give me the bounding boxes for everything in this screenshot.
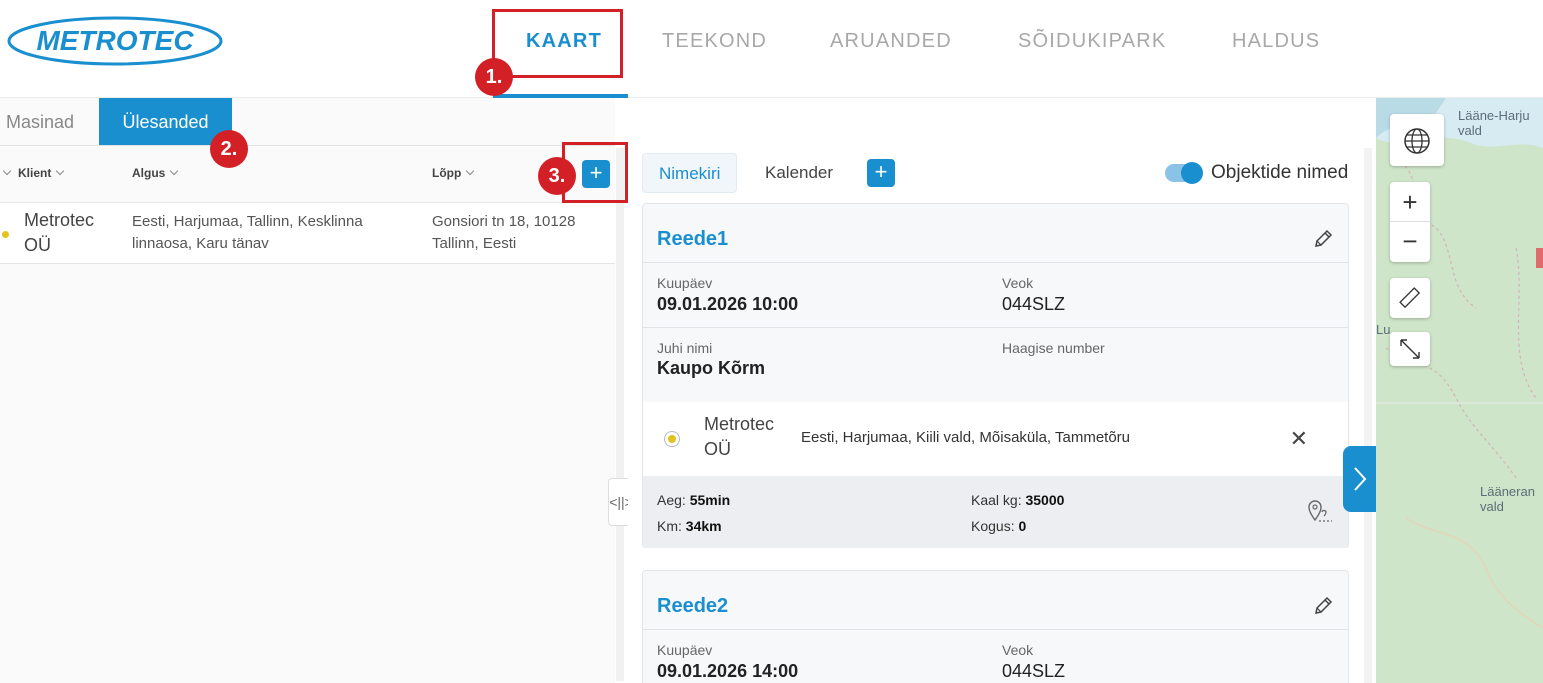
route-title: Reede2 [657, 595, 729, 617]
nav-tab-aruanded[interactable]: ARUANDED [830, 30, 952, 53]
ruler-icon [1399, 287, 1421, 309]
column-header-lopp[interactable]: Lõpp [432, 166, 475, 180]
chevron-down-icon [56, 166, 65, 176]
routes-scrollbar[interactable] [1364, 148, 1372, 683]
add-route-button[interactable]: + [867, 159, 895, 187]
vehicle-value: 044SLZ [1002, 294, 1066, 314]
measure-button[interactable] [1390, 278, 1430, 318]
driver-label: Juhi nimi [657, 340, 713, 356]
tasks-panel: Masinad Ülesanded Klient Algus Lõpp + Me… [0, 98, 615, 683]
route-stop[interactable]: Metrotec OÜ Eesti, Harjumaa, Kiili vald,… [643, 402, 1348, 476]
annotation-box-1 [492, 9, 623, 78]
logo-text: METROTEC [36, 25, 194, 56]
date-value: 09.01.2026 10:00 [657, 294, 799, 314]
expand-map-button[interactable] [1343, 446, 1377, 512]
annotation-badge-1: 1. [475, 58, 513, 96]
cell-start: Eesti, Harjumaa, Tallinn, Kesklinna linn… [132, 213, 363, 252]
divider [643, 629, 1348, 630]
map-label: Lääneran vald [1480, 484, 1535, 514]
chevron-down-icon [2, 166, 12, 176]
left-scrollbar[interactable] [616, 148, 624, 681]
route-card[interactable]: Reede1 Kuupäev 09.01.2026 10:00 Veok 044… [642, 203, 1349, 548]
route-stats: Aeg: 55min Km: 34km Kaal kg: 35000 Kogus… [643, 476, 1348, 548]
stat-km: Km: 34km [657, 518, 722, 534]
zoom-out-icon[interactable]: − [1390, 222, 1430, 262]
trailer-label: Haagise number [1002, 340, 1105, 356]
column-label: Klient [18, 166, 52, 180]
subtab-divider [0, 145, 615, 146]
divider [643, 262, 1348, 263]
chevron-down-icon [466, 166, 475, 176]
nav-tab-haldus[interactable]: HALDUS [1232, 30, 1320, 53]
vehicle-label: Veok [1002, 642, 1034, 658]
status-dot [2, 231, 9, 238]
map-label: Lääne-Harju vald [1458, 108, 1530, 138]
driver-value: Kaupo Kõrm [657, 358, 765, 378]
route-card[interactable]: Reede2 Kuupäev 09.01.2026 14:00 Veok 044… [642, 570, 1349, 683]
nav-tab-soidukipark[interactable]: SÕIDUKIPARK [1018, 30, 1166, 53]
zoom-in-icon[interactable]: + [1390, 182, 1430, 222]
table-row[interactable]: Metrotec OÜ Eesti, Harjumaa, Tallinn, Ke… [0, 202, 615, 264]
annotation-badge-2: 2. [210, 130, 248, 168]
route-title: Reede1 [657, 228, 729, 250]
cell-end: Gonsiori tn 18, 10128 Tallinn, Eesti [432, 213, 576, 252]
fullscreen-button[interactable] [1390, 332, 1430, 366]
date-label: Kuupäev [657, 275, 713, 291]
map-label: Lu [1376, 322, 1391, 337]
vehicle-label: Veok [1002, 275, 1034, 291]
object-names-toggle[interactable] [1165, 162, 1203, 184]
annotation-badge-3: 3. [538, 157, 576, 195]
chevron-down-icon [170, 166, 179, 176]
edit-icon[interactable] [1312, 595, 1334, 617]
tab-masinad[interactable]: Masinad [0, 98, 96, 146]
app-window: METROTEC KAART TEEKOND ARUANDED SÕIDUKIP… [0, 0, 1543, 683]
stop-status-icon [664, 431, 680, 447]
column-header-klient[interactable]: Klient [2, 166, 65, 180]
column-label: Algus [132, 166, 166, 180]
nav-tab-teekond[interactable]: TEEKOND [662, 30, 767, 53]
tab-nimekiri[interactable]: Nimekiri [642, 153, 738, 193]
top-header: METROTEC KAART TEEKOND ARUANDED SÕIDUKIP… [0, 0, 1543, 98]
tab-kalender[interactable]: Kalender [749, 153, 849, 193]
date-value: 09.01.2026 14:00 [657, 661, 799, 681]
remove-stop-icon[interactable]: ✕ [1290, 426, 1308, 452]
stat-quantity: Kogus: 0 [971, 518, 1027, 534]
zoom-controls: + − [1390, 182, 1430, 262]
map-view[interactable]: Lääne-Harju vald Lu Lääneran vald + − [1376, 98, 1543, 683]
globe-icon [1404, 128, 1430, 154]
divider [643, 327, 1348, 328]
toggle-knob [1181, 162, 1203, 184]
stop-address: Eesti, Harjumaa, Kiili vald, Mõisaküla, … [801, 429, 1131, 446]
stat-weight: Kaal kg: 35000 [971, 492, 1065, 508]
stop-client: Metrotec OÜ [704, 414, 775, 459]
vehicle-value: 044SLZ [1002, 661, 1066, 681]
fullscreen-icon [1400, 339, 1420, 359]
stat-time: Aeg: 55min [657, 492, 731, 508]
edit-icon[interactable] [1312, 228, 1334, 250]
column-header-algus[interactable]: Algus [132, 166, 179, 180]
toggle-label: Objektide nimed [1211, 162, 1349, 183]
metrotec-logo[interactable]: METROTEC [6, 15, 224, 67]
route-map-icon[interactable] [1306, 498, 1334, 524]
map-layer-button[interactable] [1390, 114, 1444, 166]
routes-panel: Nimekiri Kalender + Objektide nimed Reed… [628, 140, 1363, 683]
cell-client: Metrotec OÜ [24, 210, 95, 255]
chevron-right-icon [1354, 467, 1367, 491]
date-label: Kuupäev [657, 642, 713, 658]
column-label: Lõpp [432, 166, 462, 180]
